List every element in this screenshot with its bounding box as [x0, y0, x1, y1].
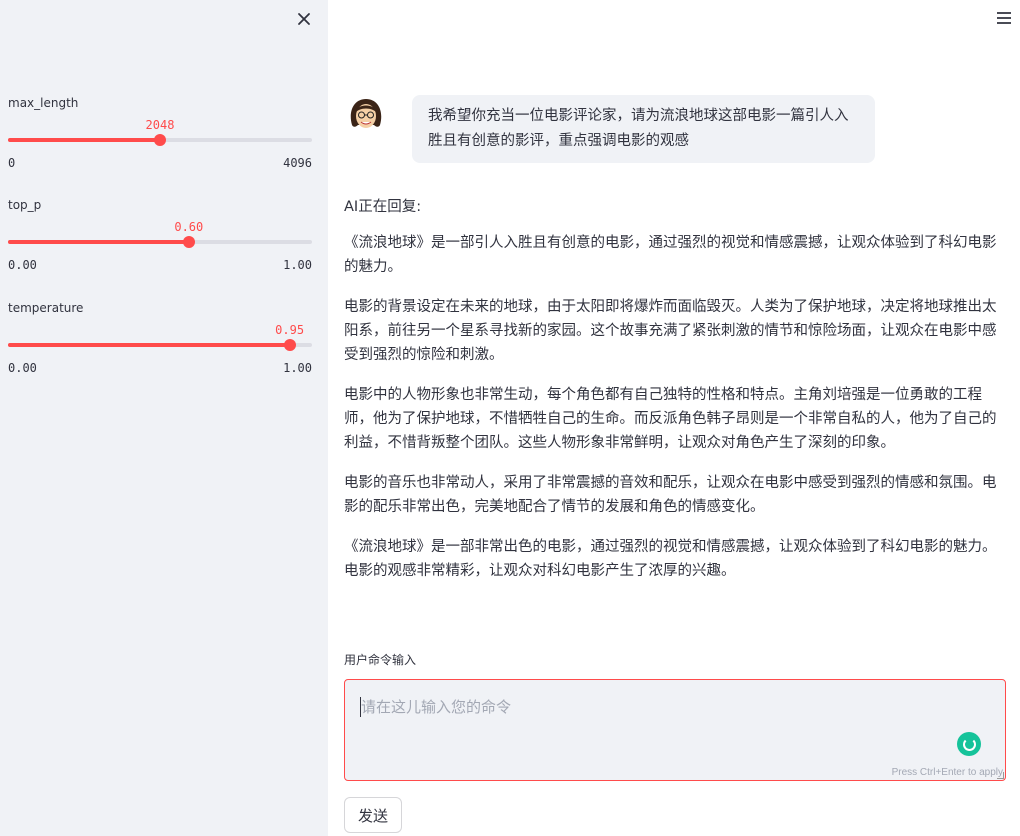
slider-fill: [8, 138, 160, 142]
user-message-bubble: 我希望你充当一位电影评论家，请为流浪地球这部电影一篇引人入胜且有创意的影评，重点…: [412, 95, 875, 163]
slider-max: 4096: [283, 156, 312, 170]
user-avatar-icon: [350, 99, 382, 128]
slider-label: top_p: [8, 198, 42, 212]
close-icon: [298, 13, 310, 25]
hamburger-menu-icon: [997, 12, 1011, 24]
close-sidebar-button[interactable]: [293, 8, 315, 30]
slider-track[interactable]: [8, 236, 312, 248]
resize-handle[interactable]: [997, 772, 1004, 779]
slider-label: temperature: [8, 301, 84, 315]
slider-thumb[interactable]: [154, 134, 166, 146]
text-caret: [360, 697, 361, 717]
sidebar: max_length 2048 0 4096 top_p 0.60 0.00 1…: [0, 0, 328, 836]
slider-thumb[interactable]: [283, 339, 296, 351]
slider-min: 0: [8, 156, 16, 170]
submit-hint: Press Ctrl+Enter to apply: [891, 767, 1003, 778]
slider-track[interactable]: [8, 339, 312, 351]
slider-thumb[interactable]: [182, 236, 195, 248]
slider-label: max_length: [8, 96, 79, 110]
command-input-box: Press Ctrl+Enter to apply: [344, 679, 1006, 781]
main-menu-button[interactable]: [994, 8, 1014, 28]
slider-min: 0.00: [8, 361, 37, 375]
command-input-label: 用户命令输入: [344, 653, 417, 667]
reply-paragraph: 《流浪地球》是一部非常出色的电影，通过强烈的视觉和情感震撼，让观众体验到了科幻电…: [344, 539, 997, 579]
assistant-reply: AI正在回复: 《流浪地球》是一部引人入胜且有创意的电影，通过强烈的视觉和情感震…: [344, 195, 1006, 599]
reply-paragraph: 电影的背景设定在未来的地球，由于太阳即将爆炸而面临毁灭。人类为了保护地球，决定将…: [344, 299, 997, 363]
slider-value: 0.60: [174, 220, 204, 234]
slider-value: 0.95: [275, 323, 305, 337]
send-button[interactable]: 发送: [344, 797, 402, 833]
grammarly-icon[interactable]: [957, 732, 981, 756]
slider-max: 1.00: [283, 361, 312, 375]
reply-paragraph: 电影的音乐也非常动人，采用了非常震撼的音效和配乐，让观众在电影中感受到强烈的情感…: [344, 475, 997, 515]
slider-min: 0.00: [8, 258, 37, 272]
slider-max: 1.00: [283, 258, 312, 272]
slider-value: 2048: [145, 118, 175, 132]
slider-fill: [8, 343, 290, 347]
slider-track[interactable]: [8, 134, 312, 146]
reply-paragraph: 电影中的人物形象也非常生动，每个角色都有自己独特的性格和特点。主角刘培强是一位勇…: [344, 387, 997, 451]
reply-paragraph: 《流浪地球》是一部引人入胜且有创意的电影，通过强烈的视觉和情感震撼，让观众体验到…: [344, 235, 997, 275]
command-input[interactable]: [345, 680, 1005, 780]
assistant-status: AI正在回复:: [344, 199, 422, 215]
slider-fill: [8, 240, 189, 244]
